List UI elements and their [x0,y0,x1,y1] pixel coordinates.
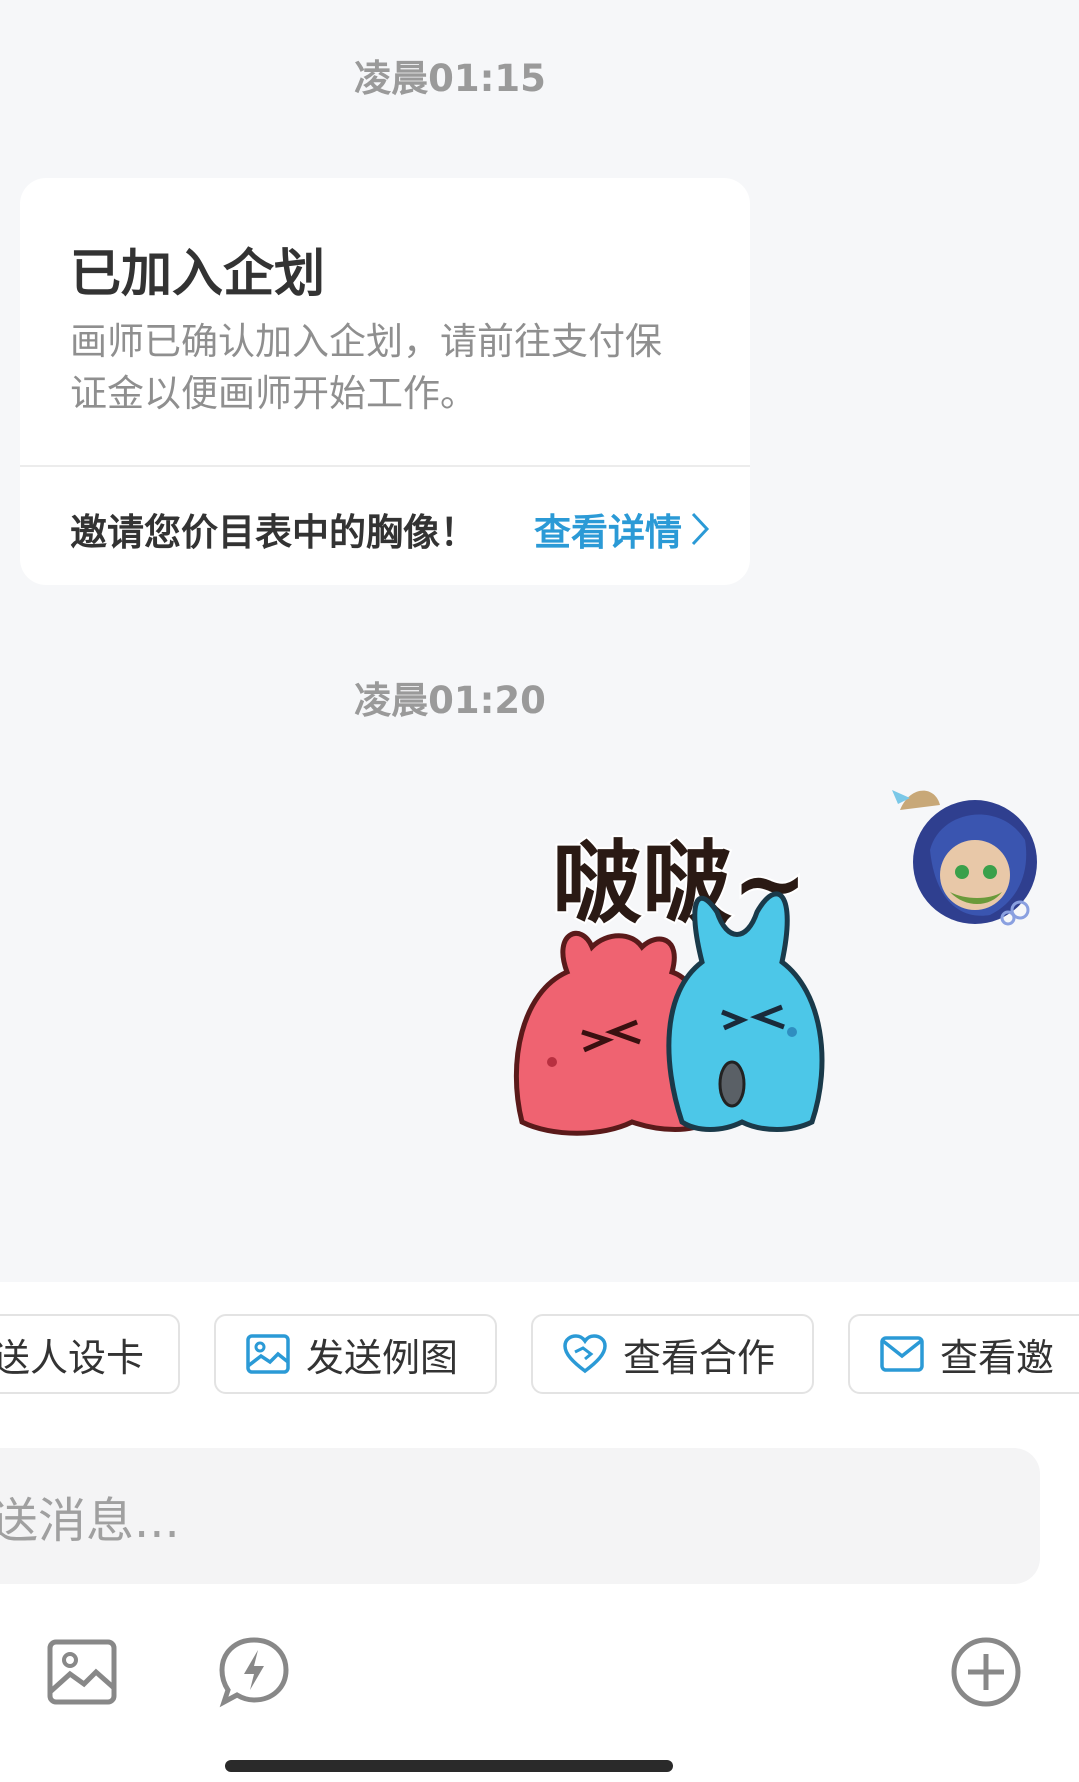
send-example-image-button[interactable]: 发送例图 [214,1314,497,1394]
chip-label: 送人设卡 [0,1335,145,1380]
view-details-label: 查看详情 [534,511,682,554]
image-icon [246,1334,290,1374]
send-character-card-button[interactable]: 送人设卡 [0,1314,180,1394]
plus-circle-icon[interactable] [950,1636,1022,1708]
view-collaboration-button[interactable]: 查看合作 [531,1314,814,1394]
view-details-link[interactable]: 查看详情 [534,502,710,556]
quick-actions-bar[interactable]: 送人设卡 发送例图 查看合作 查看邀 [0,1282,1079,1412]
chat-area: 凌晨01:15 已加入企划 画师已确认加入企划，请前往支付保证金以便画师开始工作… [0,0,1079,1282]
card-footer-text: 邀请您价目表中的胸像！ [70,511,477,554]
chip-label: 查看邀 [940,1335,1055,1380]
chevron-right-icon [691,512,710,546]
message-input-bar: 送消息... [0,1412,1079,1592]
message-input[interactable]: 送消息... [0,1448,1040,1584]
timestamp: 凌晨01:15 [354,57,546,100]
mail-icon [880,1336,924,1372]
handshake-heart-icon [563,1334,607,1374]
card-title: 已加入企划 [70,245,326,304]
chip-label: 发送例图 [306,1335,459,1380]
image-icon[interactable] [46,1636,118,1708]
lightning-chat-icon[interactable] [218,1636,290,1708]
sticker-message[interactable]: 啵啵~ [512,822,862,1162]
timestamp: 凌晨01:20 [354,679,546,722]
view-invitation-button[interactable]: 查看邀 [848,1314,1079,1394]
chip-label: 查看合作 [623,1335,776,1380]
project-joined-card[interactable]: 已加入企划 画师已确认加入企划，请前往支付保证金以便画师开始工作。 邀请您价目表… [20,178,750,585]
user-avatar[interactable] [890,780,1055,945]
card-description: 画师已确认加入企划，请前往支付保证金以便画师开始工作。 [70,320,662,415]
card-divider [20,465,750,467]
home-indicator [225,1760,673,1772]
bottom-toolbar [0,1592,1079,1782]
